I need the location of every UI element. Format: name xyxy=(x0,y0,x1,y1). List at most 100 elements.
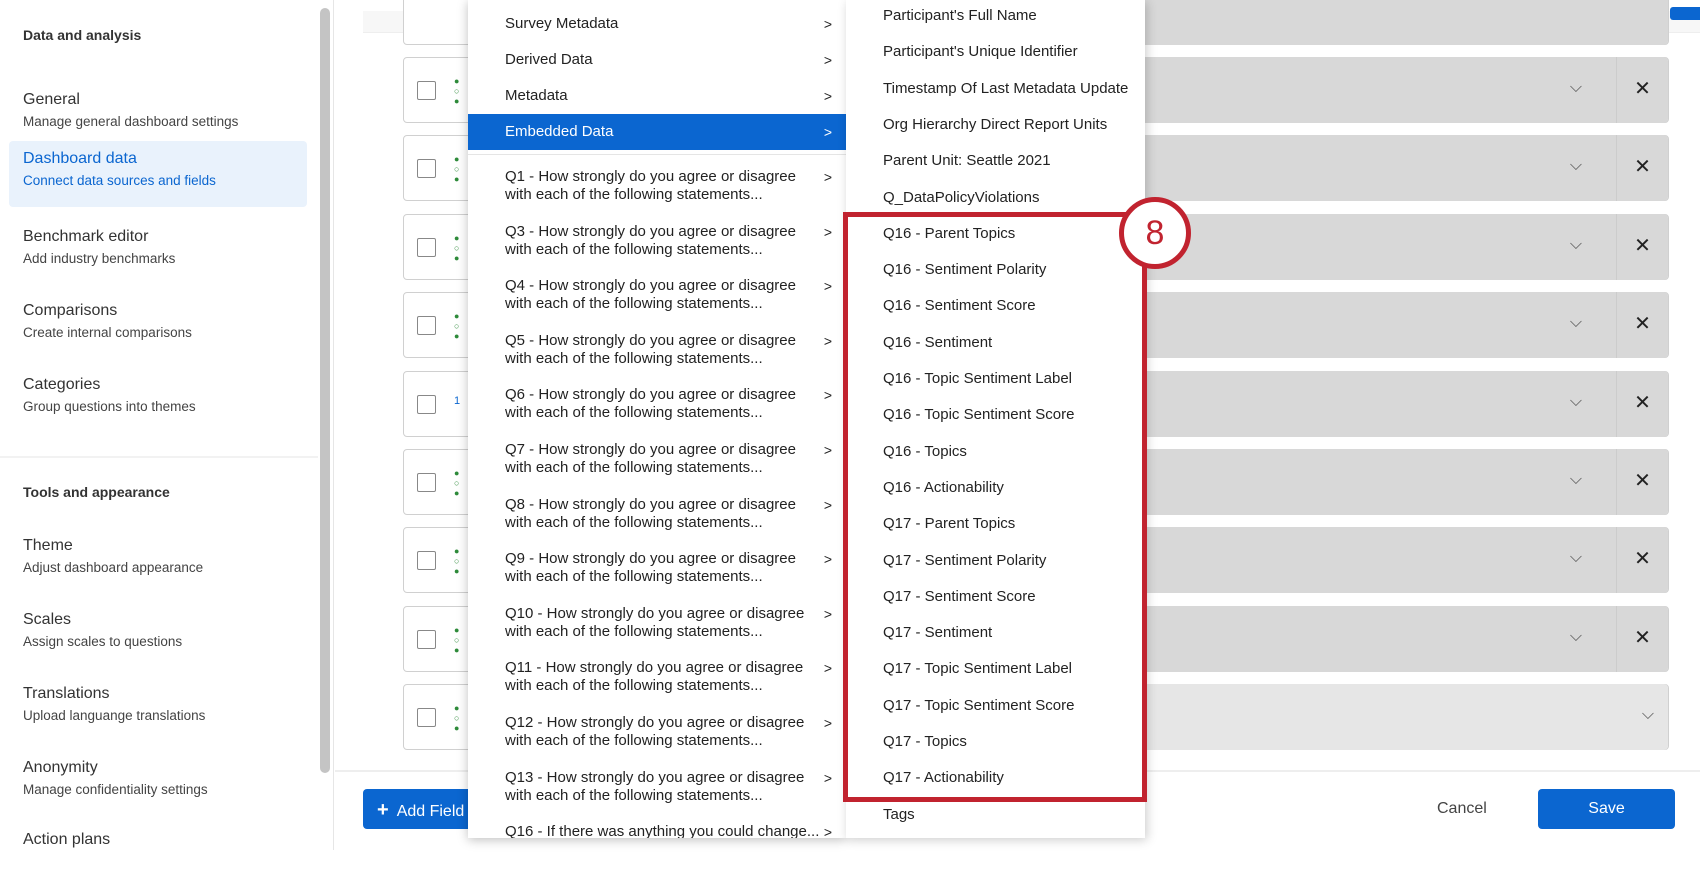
cancel-button[interactable]: Cancel xyxy=(1437,800,1487,818)
menu-item-question[interactable]: Q10 - How strongly do you agree or disag… xyxy=(468,605,846,641)
sidebar-item-comparisons[interactable]: Comparisons Create internal comparisons xyxy=(9,293,307,359)
chevron-right-icon: > xyxy=(823,715,832,731)
sidebar-item-translations[interactable]: Translations Upload languange translation… xyxy=(9,676,307,742)
section-title-tools: Tools and appearance xyxy=(23,484,170,500)
drag-handle-icon[interactable]: ● ○ ● xyxy=(454,233,460,263)
embedded-field-item[interactable]: Participant's Full Name xyxy=(883,6,1037,26)
chevron-right-icon: > xyxy=(823,387,832,404)
drag-handle-icon[interactable]: ● ○ ● xyxy=(454,703,460,733)
row-checkbox[interactable] xyxy=(417,473,436,492)
sidebar-item-categories[interactable]: Categories Group questions into themes xyxy=(9,367,307,433)
question-label: Q8 - How strongly do you agree or disagr… xyxy=(505,495,796,531)
row-checkbox[interactable] xyxy=(417,81,436,100)
menu-item-question[interactable]: Q12 - How strongly do you agree or disag… xyxy=(468,714,846,750)
sidebar-item-title: Translations xyxy=(23,685,110,702)
embedded-field-item[interactable]: Parent Unit: Seattle 2021 xyxy=(883,151,1051,171)
menu-item-derived-data[interactable]: Derived Data > xyxy=(468,42,846,78)
sidebar-item-benchmark-editor[interactable]: Benchmark editor Add industry benchmarks xyxy=(9,219,307,285)
chevron-down-icon[interactable]: ⌵ xyxy=(1570,549,1582,567)
sidebar-item-subtitle: Assign scales to questions xyxy=(23,634,183,649)
row-checkbox[interactable] xyxy=(417,708,436,728)
embedded-field-item[interactable]: Q_DataPolicyViolations xyxy=(883,188,1039,208)
menu-item-survey-metadata[interactable]: Survey Metadata > xyxy=(468,6,846,42)
question-label: Q9 - How strongly do you agree or disagr… xyxy=(505,550,796,586)
sidebar-item-anonymity[interactable]: Anonymity Manage confidentiality settings xyxy=(9,750,307,816)
chevron-right-icon: > xyxy=(823,88,832,104)
drag-handle-icon[interactable]: ● ○ ● xyxy=(454,546,460,576)
sidebar-item-action-plans[interactable]: Action plans xyxy=(9,822,307,888)
menu-item-question[interactable]: Q7 - How strongly do you agree or disagr… xyxy=(468,441,846,477)
chevron-down-icon[interactable]: ⌵ xyxy=(1570,79,1582,97)
menu-item-question[interactable]: Q9 - How strongly do you agree or disagr… xyxy=(468,550,846,586)
chevron-right-icon: > xyxy=(823,16,832,32)
menu-item-question[interactable]: Q4 - How strongly do you agree or disagr… xyxy=(468,277,846,313)
sidebar-item-title: General xyxy=(23,91,80,108)
chevron-down-icon[interactable]: ⌵ xyxy=(1570,236,1582,254)
remove-field-button[interactable]: ✕ xyxy=(1616,292,1668,359)
question-label: Q1 - How strongly do you agree or disagr… xyxy=(505,168,796,203)
drag-handle-icon[interactable]: ● ○ ● xyxy=(454,625,460,655)
chevron-down-icon[interactable]: ⌵ xyxy=(1642,706,1654,724)
sidebar-item-subtitle: Group questions into themes xyxy=(23,399,196,414)
embedded-field-item[interactable]: Timestamp Of Last Metadata Update xyxy=(883,79,1128,99)
drag-handle-icon[interactable]: ● ○ ● xyxy=(454,76,460,106)
sidebar-item-title: Action plans xyxy=(23,831,111,848)
menu-item-question[interactable]: Q11 - How strongly do you agree or disag… xyxy=(468,659,846,695)
chevron-down-icon[interactable]: ⌵ xyxy=(1570,314,1582,332)
chevron-right-icon: > xyxy=(823,124,832,140)
remove-field-button[interactable]: ✕ xyxy=(1616,57,1668,123)
embedded-field-item[interactable]: Participant's Unique Identifier xyxy=(883,42,1078,62)
row-checkbox[interactable] xyxy=(417,159,436,179)
drag-handle-icon[interactable]: ● ○ ● xyxy=(454,311,460,341)
row-checkbox[interactable] xyxy=(417,316,436,336)
row-checkbox[interactable] xyxy=(417,551,436,571)
chevron-right-icon: > xyxy=(823,769,832,786)
row-checkbox[interactable] xyxy=(417,394,436,414)
sidebar-item-theme[interactable]: Theme Adjust dashboard appearance xyxy=(9,528,307,594)
chevron-down-icon[interactable]: ⌵ xyxy=(1570,628,1582,646)
chevron-right-icon: > xyxy=(823,551,832,568)
embedded-field-item[interactable]: Tags xyxy=(883,805,915,825)
sidebar-item-subtitle: Manage confidentiality settings xyxy=(23,782,208,797)
menu-item-question[interactable]: Q13 - How strongly do you agree or disag… xyxy=(468,769,846,805)
sidebar-scrollbar[interactable] xyxy=(320,8,330,773)
embedded-field-item[interactable]: Org Hierarchy Direct Report Units xyxy=(883,115,1107,135)
remove-field-button[interactable]: ✕ xyxy=(1616,213,1668,280)
menu-item-question[interactable]: Q6 - How strongly do you agree or disagr… xyxy=(468,386,846,422)
question-label: Q11 - How strongly do you agree or disag… xyxy=(505,659,804,695)
sidebar-item-title: Scales xyxy=(23,611,72,628)
chevron-right-icon: > xyxy=(823,442,832,458)
remove-field-button[interactable]: ✕ xyxy=(1616,527,1668,594)
drag-handle-icon[interactable]: ● ○ ● xyxy=(454,468,460,498)
sidebar-item-dashboard-data[interactable]: Dashboard data Connect data sources and f… xyxy=(9,141,307,207)
annotation-step-badge: 8 xyxy=(1119,197,1191,269)
sidebar-divider xyxy=(0,456,318,458)
remove-field-button[interactable]: ✕ xyxy=(1616,605,1668,672)
sidebar-item-title: Dashboard data xyxy=(23,150,137,167)
section-title-data: Data and analysis xyxy=(23,27,142,43)
row-checkbox[interactable] xyxy=(417,237,436,257)
menu-item-question[interactable]: Q8 - How strongly do you agree or disagr… xyxy=(468,496,846,532)
menu-item-question[interactable]: Q1 - How strongly do you agree or disagr… xyxy=(468,168,846,204)
menu-item-question[interactable]: Q5 - How strongly do you agree or disagr… xyxy=(468,332,846,368)
sidebar-item-scales[interactable]: Scales Assign scales to questions xyxy=(9,602,307,668)
chevron-down-icon[interactable]: ⌵ xyxy=(1570,393,1582,411)
toolbar-primary-button[interactable] xyxy=(1670,7,1700,20)
menu-item-metadata[interactable]: Metadata > xyxy=(468,78,846,114)
save-button[interactable]: Save xyxy=(1538,789,1675,829)
remove-field-button[interactable]: ✕ xyxy=(1616,449,1668,515)
remove-field-button[interactable]: ✕ xyxy=(1616,370,1668,437)
chevron-right-icon: > xyxy=(823,223,832,240)
chevron-down-icon[interactable]: ⌵ xyxy=(1570,157,1582,175)
menu-item-embedded-data[interactable]: Embedded Data > xyxy=(468,114,846,150)
chevron-down-icon[interactable]: ⌵ xyxy=(1570,471,1582,489)
sidebar-item-title: Theme xyxy=(23,537,73,554)
menu-item-question[interactable]: Q16 - If there was anything you could ch… xyxy=(468,823,846,838)
sidebar-item-general[interactable]: General Manage general dashboard settings xyxy=(9,82,307,148)
chevron-right-icon: > xyxy=(823,278,832,295)
menu-item-question[interactable]: Q3 - How strongly do you agree or disagr… xyxy=(468,223,846,259)
sidebar-item-subtitle: Create internal comparisons xyxy=(23,325,192,340)
drag-handle-icon[interactable]: ● ○ ● xyxy=(454,154,460,184)
row-checkbox[interactable] xyxy=(417,629,436,649)
remove-field-button[interactable]: ✕ xyxy=(1616,135,1668,202)
